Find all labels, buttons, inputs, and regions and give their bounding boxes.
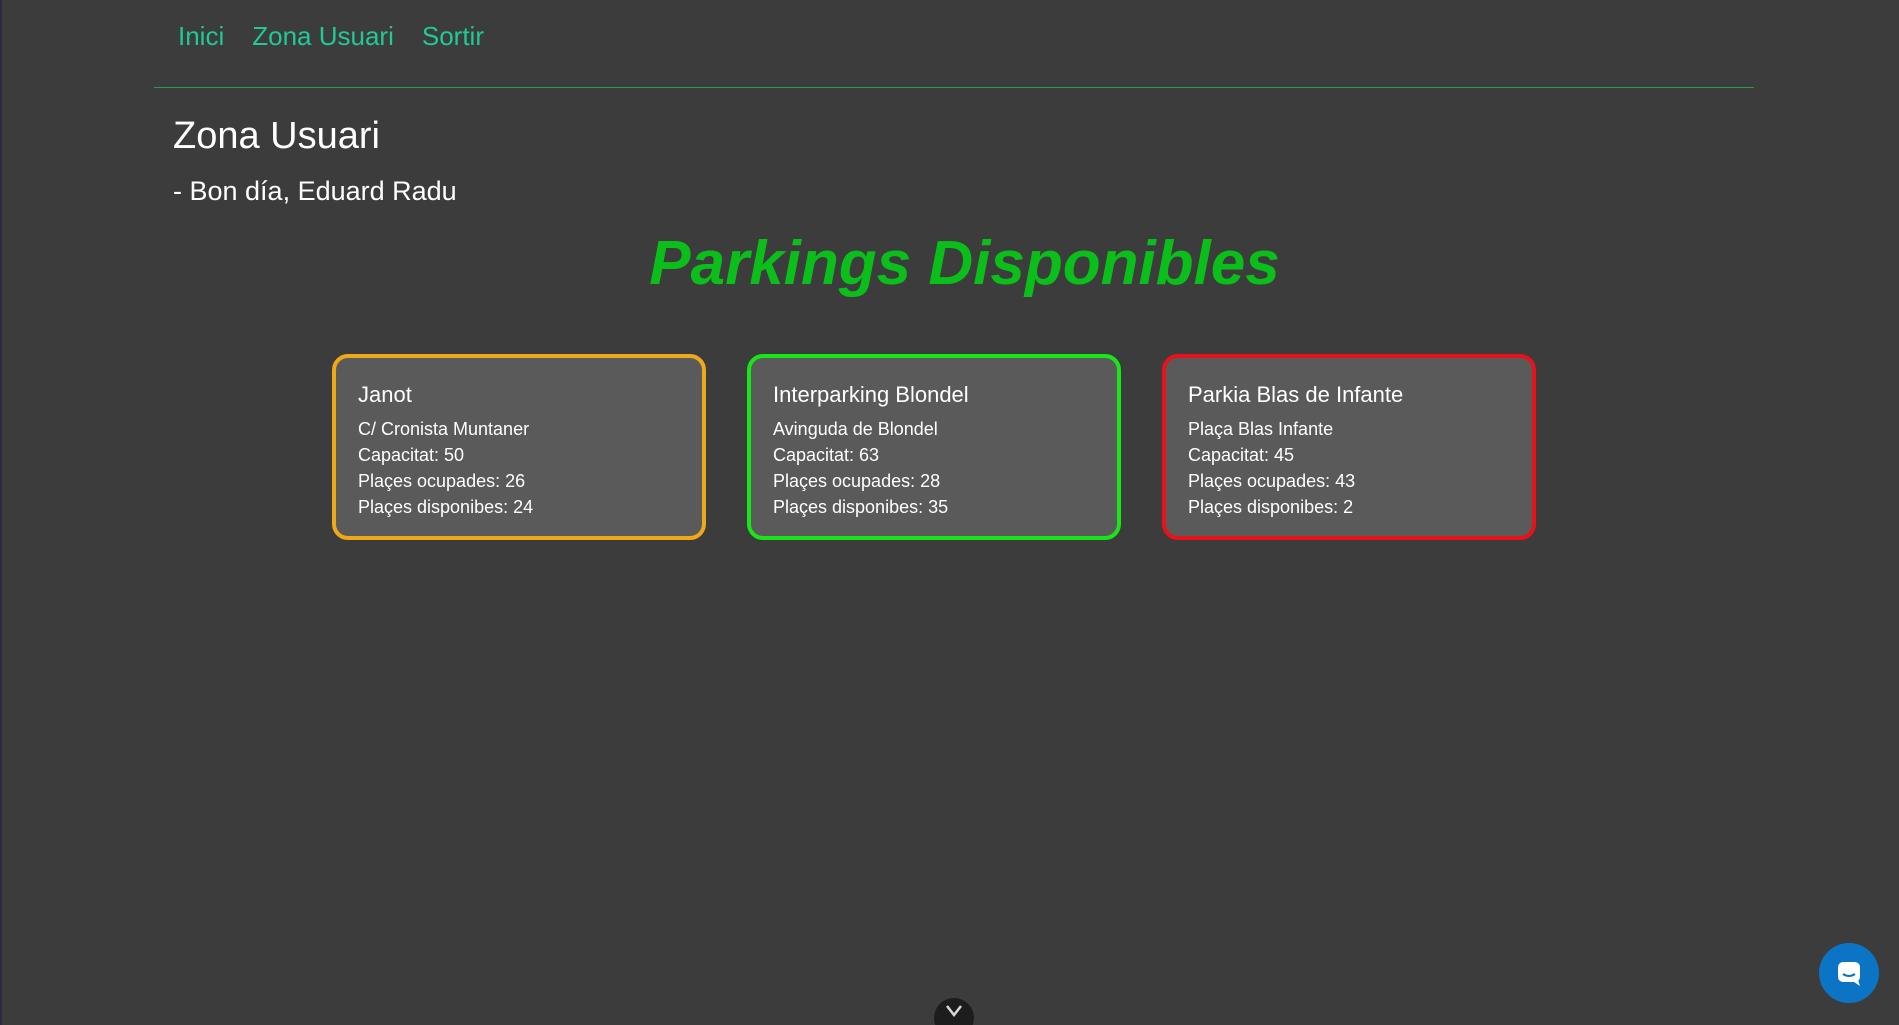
user-greeting: - Bon día, Eduard Radu	[173, 176, 457, 206]
page-heading: Zona Usuari	[173, 115, 380, 157]
parking-card-parkia-blas-de-infante: Parkia Blas de Infante Plaça Blas Infant…	[1162, 354, 1536, 540]
parking-capacity: Capacitat: 63	[773, 445, 880, 465]
parking-address: Avinguda de Blondel	[773, 419, 938, 439]
parking-capacity: Capacitat: 45	[1188, 445, 1295, 465]
parking-card-list: Janot C/ Cronista Muntaner Capacitat: 50…	[332, 354, 1536, 540]
parking-occupied: Plaçes ocupades: 43	[1188, 471, 1356, 491]
parking-card-janot: Janot C/ Cronista Muntaner Capacitat: 50…	[332, 354, 706, 540]
chat-launcher-button[interactable]	[1819, 943, 1879, 1003]
chat-bubble-icon	[1838, 962, 1860, 986]
parking-card-interparking-blondel: Interparking Blondel Avinguda de Blondel…	[747, 354, 1121, 540]
chevron-down-icon	[946, 1005, 962, 1018]
parking-occupied: Plaçes ocupades: 26	[358, 471, 526, 491]
nav-link-inici[interactable]: Inici	[178, 21, 224, 52]
parking-name: Interparking Blondel	[773, 382, 969, 407]
navbar: Inici Zona Usuari Sortir	[154, 0, 1754, 88]
page-title: Parkings Disponibles	[649, 229, 1280, 298]
parking-name: Janot	[358, 382, 412, 407]
page: Inici Zona Usuari Sortir Zona Usuari - B…	[0, 0, 1899, 1025]
parking-occupied: Plaçes ocupades: 28	[773, 471, 941, 491]
parking-capacity: Capacitat: 50	[358, 445, 465, 465]
parking-address: Plaça Blas Infante	[1188, 419, 1334, 439]
parking-available: Plaçes disponibes: 24	[358, 497, 534, 517]
parking-name: Parkia Blas de Infante	[1188, 382, 1404, 407]
parking-available: Plaçes disponibes: 2	[1188, 497, 1354, 517]
parking-available: Plaçes disponibes: 35	[773, 497, 949, 517]
nav-link-zona-usuari[interactable]: Zona Usuari	[252, 21, 394, 52]
parking-address: C/ Cronista Muntaner	[358, 419, 530, 439]
scroll-down-button[interactable]	[934, 998, 974, 1025]
nav-link-sortir[interactable]: Sortir	[422, 21, 484, 52]
